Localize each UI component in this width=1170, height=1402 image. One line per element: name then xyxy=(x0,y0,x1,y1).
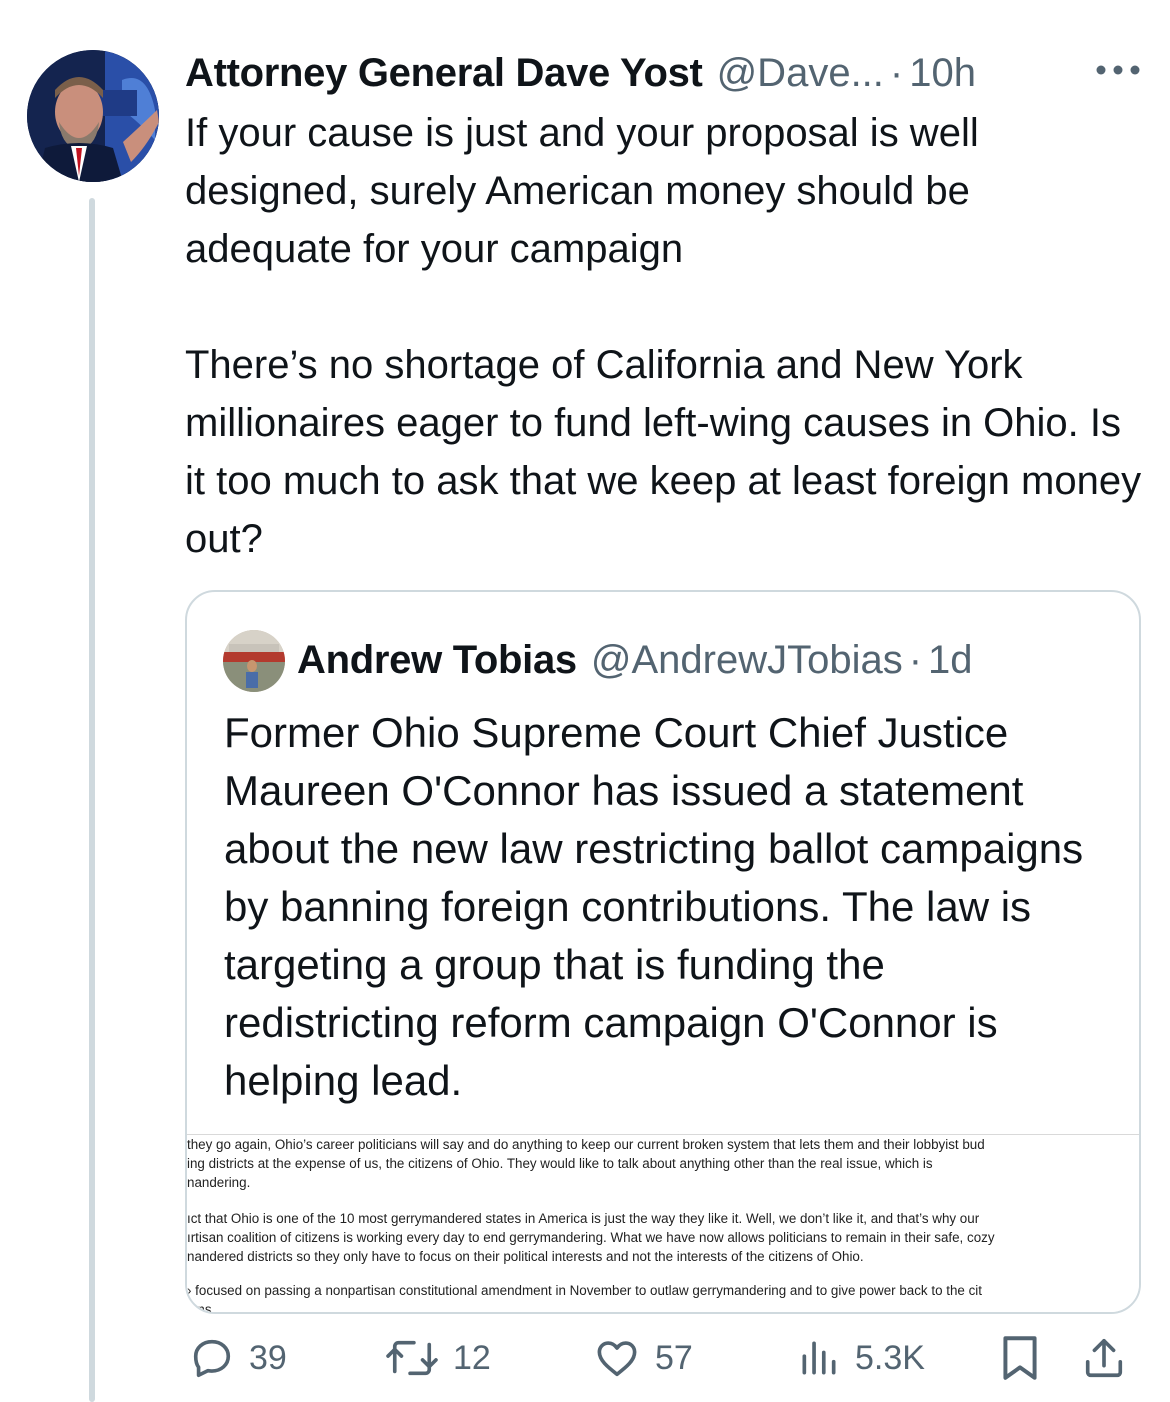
document-line: ions xyxy=(187,1302,212,1314)
tweet-text: If your cause is just and your proposal … xyxy=(185,104,1145,568)
quoted-avatar-image xyxy=(223,630,285,692)
header-separator: · xyxy=(889,50,904,95)
views-count: 5.3K xyxy=(855,1338,925,1377)
quoted-tweet-header: Andrew Tobias @AndrewJTobias · 1d xyxy=(297,634,973,686)
document-line: ıct that Ohio is one of the 10 most gerr… xyxy=(187,1211,980,1226)
tweet-timestamp[interactable]: 10h xyxy=(909,51,976,96)
document-line: ırtisan coalition of citizens is working… xyxy=(187,1230,995,1245)
author-avatar-image xyxy=(27,50,159,182)
document-line: › focused on passing a nonpartisan const… xyxy=(187,1283,982,1298)
retweet-icon xyxy=(386,1340,438,1376)
like-count: 57 xyxy=(655,1338,693,1377)
like-button[interactable]: 57 xyxy=(593,1330,693,1386)
quoted-author-handle[interactable]: @AndrewJTobias xyxy=(591,638,903,683)
document-line: nandering. xyxy=(187,1175,251,1190)
document-line: nandered districts so they only have to … xyxy=(187,1249,864,1264)
tweet-paragraph: There’s no shortage of California and Ne… xyxy=(185,343,1142,561)
quoted-document-image[interactable]: they go again, Ohio’s career politicians… xyxy=(187,1134,1139,1314)
author-avatar[interactable] xyxy=(27,50,159,182)
author-handle[interactable]: @Dave... xyxy=(717,51,884,96)
heart-icon xyxy=(597,1341,637,1377)
document-line: ing districts at the expense of us, the … xyxy=(187,1156,933,1171)
more-horizontal-icon xyxy=(1096,65,1140,75)
quoted-author-avatar[interactable] xyxy=(223,630,285,692)
more-options-button[interactable] xyxy=(1088,48,1148,92)
share-button[interactable] xyxy=(1081,1330,1127,1386)
author-name[interactable]: Attorney General Dave Yost xyxy=(185,51,703,96)
document-paragraph: they go again, Ohio’s career politicians… xyxy=(187,1135,1139,1192)
bookmark-icon xyxy=(1003,1336,1037,1380)
quoted-author-name[interactable]: Andrew Tobias xyxy=(297,638,577,683)
tweet-paragraph: If your cause is just and your proposal … xyxy=(185,111,979,271)
share-icon xyxy=(1085,1338,1123,1378)
quoted-tweet-text: Former Ohio Supreme Court Chief Justice … xyxy=(224,709,1084,1104)
document-paragraph: ıct that Ohio is one of the 10 most gerr… xyxy=(187,1209,1139,1266)
retweet-count: 12 xyxy=(453,1338,491,1377)
reply-button[interactable]: 39 xyxy=(189,1330,287,1386)
views-analytics-icon xyxy=(802,1341,836,1375)
quoted-tweet-card[interactable]: Andrew Tobias @AndrewJTobias · 1d Former… xyxy=(185,590,1141,1314)
quoted-timestamp[interactable]: 1d xyxy=(928,638,973,683)
retweet-button[interactable]: 12 xyxy=(385,1330,491,1386)
document-line: they go again, Ohio’s career politicians… xyxy=(187,1137,985,1152)
thread-line xyxy=(89,198,95,1402)
reply-count: 39 xyxy=(249,1338,287,1377)
views-button[interactable]: 5.3K xyxy=(797,1330,925,1386)
bookmark-button[interactable] xyxy=(998,1330,1042,1386)
reply-icon xyxy=(193,1339,231,1378)
tweet-action-bar: 39 12 57 5.3K xyxy=(185,1330,1145,1386)
document-paragraph: › focused on passing a nonpartisan const… xyxy=(187,1281,1139,1314)
quoted-header-separator: · xyxy=(908,637,923,682)
tweet-header: Attorney General Dave Yost @Dave... · 10… xyxy=(185,45,976,101)
